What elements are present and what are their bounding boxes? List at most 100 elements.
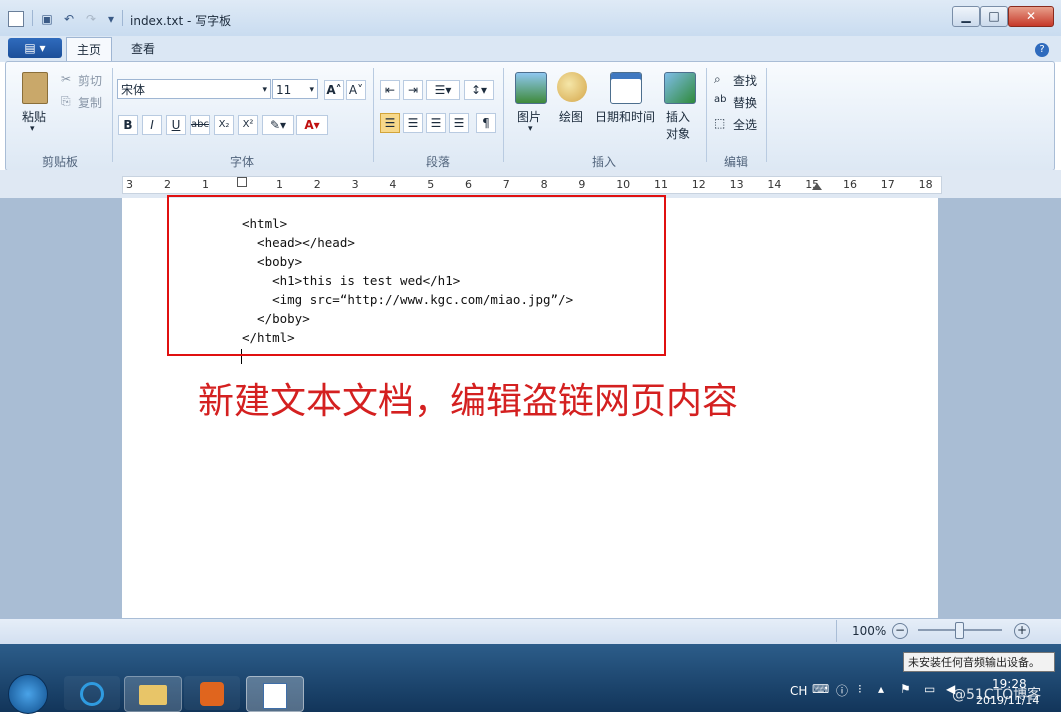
ruler-label: 2	[313, 178, 321, 191]
cut-button[interactable]: 剪切	[78, 72, 102, 89]
picture-icon[interactable]	[515, 72, 547, 104]
folder-icon	[139, 685, 167, 705]
align-left-icon[interactable]: ☰	[380, 113, 400, 133]
close-button[interactable]: ✕	[1008, 6, 1054, 27]
picture-dropdown-icon[interactable]: ▾	[528, 124, 533, 134]
bold-icon[interactable]: B	[118, 115, 138, 135]
insert-object-line1[interactable]: 插入	[666, 108, 690, 125]
ruler-label: 14	[767, 178, 782, 191]
input-options-icon[interactable]: ⁝	[858, 682, 862, 696]
paste-icon[interactable]	[22, 72, 48, 104]
chevron-down-icon: ▾	[309, 85, 314, 95]
indent-marker-icon[interactable]	[237, 177, 247, 187]
calendar-clock-icon[interactable]	[610, 72, 642, 104]
tab-home[interactable]: 主页	[66, 37, 113, 61]
align-center-icon[interactable]: ☰	[403, 113, 423, 133]
strikethrough-icon[interactable]: abc	[190, 115, 210, 135]
datetime-button[interactable]: 日期和时间	[595, 108, 655, 125]
taskbar-media-button[interactable]	[184, 676, 240, 710]
paste-dropdown-icon[interactable]: ▾	[30, 124, 35, 134]
chevron-down-icon: ▾	[262, 85, 267, 95]
superscript-icon[interactable]: X²	[238, 115, 258, 135]
grow-font-icon[interactable]: A˄	[324, 80, 344, 100]
ruler-label: 11	[654, 178, 668, 191]
shrink-font-icon[interactable]: A˅	[346, 80, 366, 100]
ruler-label: 9	[578, 178, 586, 191]
select-all-icon: ⬚	[714, 116, 726, 130]
zoom-in-icon[interactable]: +	[1014, 623, 1030, 639]
language-indicator[interactable]: CH	[790, 684, 807, 698]
action-center-icon[interactable]: ⚑	[900, 682, 911, 696]
ruler-label: 1	[202, 178, 209, 191]
save-icon[interactable]: ▣	[40, 12, 54, 26]
group-label-paragraph: 段落	[426, 155, 451, 169]
taskbar-ie-button[interactable]	[64, 676, 120, 710]
group-separator	[706, 68, 707, 162]
ruler-label: 10	[616, 178, 631, 191]
font-size-select[interactable]: 11 ▾	[272, 79, 318, 99]
ruler-label: 2	[164, 178, 171, 191]
increase-indent-icon[interactable]: ⇥	[403, 80, 423, 100]
undo-icon[interactable]: ↶	[62, 12, 76, 26]
group-separator	[373, 68, 374, 162]
ruler-label: 18	[918, 178, 933, 191]
group-separator	[112, 68, 113, 162]
subscript-icon[interactable]: X₂	[214, 115, 234, 135]
replace-button[interactable]: 替换	[733, 94, 757, 111]
select-all-button[interactable]: 全选	[733, 116, 757, 133]
font-color-icon[interactable]: A▾	[296, 115, 328, 135]
highlight-color-icon[interactable]: ✎▾	[262, 115, 294, 135]
ruler-label: 17	[880, 178, 895, 191]
show-hidden-icons[interactable]: ▴	[878, 682, 884, 696]
italic-icon[interactable]: I	[142, 115, 162, 135]
audio-notification-tooltip: 未安装任何音频输出设备。	[903, 652, 1055, 672]
taskbar-wordpad-button[interactable]	[246, 676, 304, 712]
window-title: index.txt - 写字板	[130, 14, 232, 28]
ruler-label: 3	[126, 178, 133, 191]
font-size-value: 11	[276, 83, 292, 97]
customize-toolbar-icon[interactable]: ▾	[104, 12, 118, 26]
paint-button[interactable]: 绘图	[559, 108, 583, 125]
redo-icon[interactable]: ↷	[84, 12, 98, 26]
start-button[interactable]	[8, 674, 48, 714]
justify-icon[interactable]: ☰	[449, 113, 469, 133]
bullet-list-icon[interactable]: ☰▾	[426, 80, 460, 100]
maximize-button[interactable]: □	[980, 6, 1008, 27]
taskbar-explorer-button[interactable]	[124, 676, 182, 712]
help-tray-icon[interactable]: ⓘ	[836, 682, 848, 699]
paragraph-settings-icon[interactable]: ¶	[476, 113, 496, 133]
insert-object-icon[interactable]	[664, 72, 696, 104]
binoculars-icon: ⌕	[714, 72, 721, 86]
application-menu-button[interactable]: ▤ ▾	[8, 38, 62, 58]
help-icon[interactable]: ?	[1035, 43, 1049, 57]
tab-view[interactable]: 查看	[131, 40, 155, 57]
group-separator	[766, 68, 767, 162]
group-label-edit: 编辑	[724, 155, 749, 169]
ruler-label: 7	[502, 178, 510, 191]
network-icon[interactable]: ▭	[924, 682, 935, 696]
right-indent-marker-icon[interactable]	[812, 183, 822, 190]
zoom-out-icon[interactable]: −	[892, 623, 908, 639]
insert-object-line2[interactable]: 对象	[666, 125, 690, 142]
divider	[122, 10, 123, 26]
replace-icon: ab	[714, 94, 727, 105]
line-spacing-icon[interactable]: ↕▾	[464, 80, 494, 100]
ruler-label: 1	[276, 178, 283, 191]
keyboard-icon[interactable]: ⌨	[812, 682, 829, 696]
app-icon[interactable]	[8, 11, 24, 27]
paint-palette-icon[interactable]	[557, 72, 587, 102]
underline-icon[interactable]: U	[166, 115, 186, 135]
title-bar: ▣ ↶ ↷ ▾ index.txt - 写字板 ▁ □ ✕	[0, 0, 1061, 37]
font-family-select[interactable]: 宋体 ▾	[117, 79, 271, 99]
picture-button[interactable]: 图片	[517, 108, 541, 125]
scissors-icon: ✂	[61, 72, 72, 86]
align-right-icon[interactable]: ☰	[426, 113, 446, 133]
paste-button[interactable]: 粘贴	[22, 108, 46, 125]
find-button[interactable]: 查找	[733, 72, 757, 89]
divider	[32, 10, 33, 26]
wordpad-icon	[263, 683, 287, 709]
minimize-button[interactable]: ▁	[952, 6, 980, 27]
copy-button[interactable]: 复制	[78, 94, 102, 111]
zoom-slider-thumb[interactable]	[955, 622, 964, 639]
decrease-indent-icon[interactable]: ⇤	[380, 80, 400, 100]
